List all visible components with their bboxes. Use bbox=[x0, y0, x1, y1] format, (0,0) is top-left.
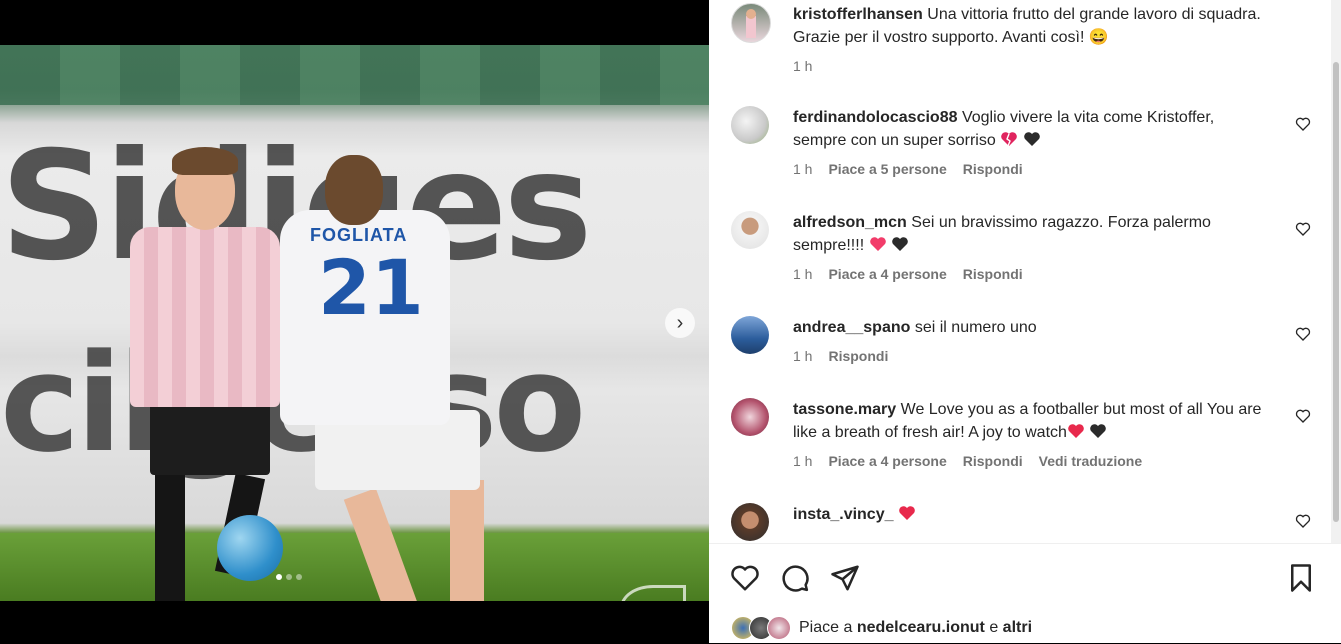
see-translation-button[interactable]: Vedi traduzione bbox=[1039, 453, 1142, 469]
avatar[interactable] bbox=[731, 316, 769, 354]
reply-button[interactable]: Rispondi bbox=[963, 266, 1023, 282]
chevron-right-icon: › bbox=[676, 311, 684, 334]
comment-time[interactable]: 1 h bbox=[793, 266, 812, 282]
comment-like-heart-icon[interactable] bbox=[1295, 408, 1311, 424]
avatar bbox=[767, 616, 791, 640]
bookmark-icon[interactable] bbox=[1286, 563, 1316, 593]
comment-likes-button[interactable]: Piace a 4 persone bbox=[828, 266, 946, 282]
likes-summary[interactable]: Piace a nedelcearu.ionut e altri bbox=[731, 616, 1032, 640]
carousel-dot[interactable] bbox=[296, 574, 302, 580]
likes-others-link[interactable]: altri bbox=[1003, 619, 1032, 637]
carousel-dots bbox=[276, 574, 302, 580]
black-heart-emoji-icon bbox=[892, 237, 908, 251]
paper-plane-icon[interactable] bbox=[830, 563, 860, 593]
comment-time[interactable]: 1 h bbox=[793, 161, 812, 177]
black-heart-emoji-icon bbox=[1023, 132, 1040, 146]
heart-outline-icon[interactable] bbox=[730, 563, 760, 593]
comment-like-heart-icon[interactable] bbox=[1295, 326, 1311, 342]
comment-like-heart-icon[interactable] bbox=[1295, 116, 1311, 132]
sparkling-heart-emoji-icon bbox=[869, 237, 886, 251]
avatar[interactable] bbox=[731, 398, 769, 436]
comment-like-heart-icon[interactable] bbox=[1295, 513, 1311, 529]
comment-username[interactable]: insta_.vincy_ bbox=[793, 506, 894, 523]
comment-username[interactable]: ferdinandolocascio88 bbox=[793, 109, 958, 126]
avatar[interactable] bbox=[731, 106, 769, 144]
player-white-kit: FOGLIATA 21 bbox=[270, 155, 500, 601]
likes-prefix: Piace a bbox=[799, 619, 853, 636]
comment-username[interactable]: andrea__spano bbox=[793, 319, 910, 336]
broken-heart-emoji-icon bbox=[1001, 132, 1018, 147]
red-heart-emoji-icon bbox=[1068, 424, 1084, 438]
red-heart-emoji-icon bbox=[899, 506, 915, 520]
comments-scrollbar[interactable] bbox=[1331, 0, 1341, 543]
post-media: Sidiges cilgesso FOGLIATA 21 › bbox=[0, 0, 709, 643]
comment-list[interactable]: kristofferlhansen Una vittoria frutto de… bbox=[709, 0, 1329, 543]
stadium-stands bbox=[0, 45, 709, 105]
black-heart-emoji-icon bbox=[1090, 424, 1107, 438]
comment-username[interactable]: alfredson_mcn bbox=[793, 214, 907, 231]
liker-username[interactable]: nedelcearu.ionut bbox=[857, 619, 985, 637]
comment-likes-button[interactable]: Piace a 5 persone bbox=[828, 161, 946, 177]
avatar[interactable] bbox=[731, 503, 769, 541]
comment-text: sei il numero uno bbox=[914, 319, 1037, 336]
carousel-next-button[interactable]: › bbox=[665, 308, 695, 338]
comment-likes-button[interactable]: Piace a 4 persone bbox=[828, 453, 946, 469]
carousel-dot[interactable] bbox=[286, 574, 292, 580]
reply-button[interactable]: Rispondi bbox=[828, 348, 888, 364]
carousel-dot[interactable] bbox=[276, 574, 282, 580]
comment-username[interactable]: kristofferlhansen bbox=[793, 6, 923, 23]
liker-avatars bbox=[731, 616, 793, 640]
reply-button[interactable]: Rispondi bbox=[963, 161, 1023, 177]
likes-conjunction: e bbox=[989, 619, 999, 636]
comment-bubble-icon[interactable] bbox=[780, 563, 810, 593]
avatar[interactable] bbox=[731, 3, 771, 43]
comments-panel: kristofferlhansen Una vittoria frutto de… bbox=[709, 0, 1341, 643]
comment-time[interactable]: 1 h bbox=[793, 453, 812, 469]
avatar[interactable] bbox=[731, 211, 769, 249]
comment-like-heart-icon[interactable] bbox=[1295, 221, 1311, 237]
comment-time[interactable]: 1 h bbox=[793, 348, 812, 364]
comment-username[interactable]: tassone.mary bbox=[793, 401, 896, 418]
post-photo: Sidiges cilgesso FOGLIATA 21 bbox=[0, 45, 709, 601]
comment-time[interactable]: 1 h bbox=[793, 58, 812, 74]
post-actions: Piace a nedelcearu.ionut e altri bbox=[709, 543, 1341, 644]
jersey-number: 21 bbox=[318, 243, 424, 332]
reply-button[interactable]: Rispondi bbox=[963, 453, 1023, 469]
instagram-post-viewer: Sidiges cilgesso FOGLIATA 21 › bbox=[0, 0, 1341, 643]
